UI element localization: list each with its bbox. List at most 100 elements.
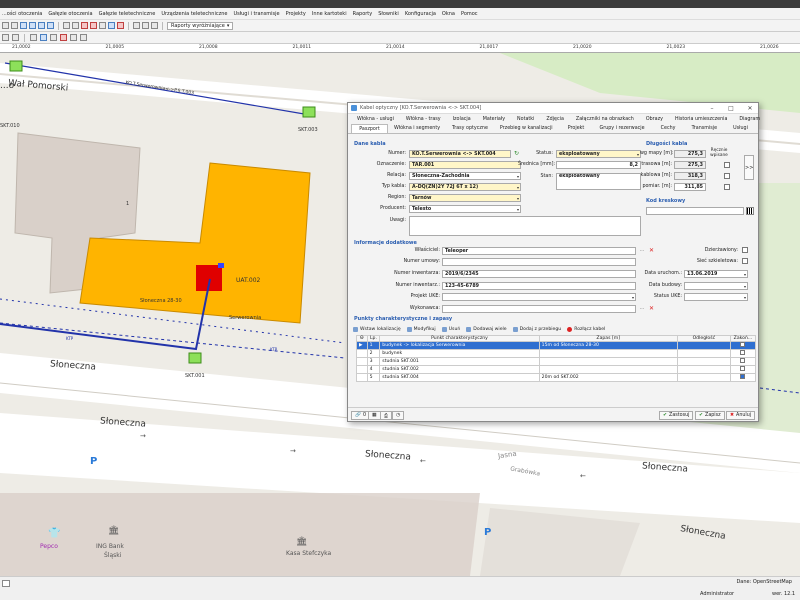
menu-item[interactable]: Projekty — [286, 11, 306, 17]
edit-icon[interactable] — [12, 34, 19, 41]
tab[interactable]: Włókna - usługi — [351, 115, 400, 124]
siec-checkbox[interactable] — [742, 258, 748, 264]
data-uruch-field[interactable]: 13.06.2019 ▾ — [684, 270, 748, 278]
refresh-icon[interactable] — [108, 22, 115, 29]
tab[interactable]: Materiały — [477, 115, 511, 124]
zoom-in-icon[interactable] — [38, 22, 45, 29]
recznie-checkbox-3[interactable] — [724, 184, 730, 190]
new-icon[interactable] — [2, 22, 9, 29]
tab[interactable]: Historia umieszczenia — [669, 115, 733, 124]
numer-umowy-field[interactable] — [442, 258, 636, 266]
barcode-field[interactable] — [646, 207, 744, 215]
numer-inwentarza-field[interactable]: 2019/6/2345 — [442, 270, 636, 278]
tab[interactable]: Usługi — [723, 124, 758, 133]
select-icon[interactable] — [20, 22, 27, 29]
print-button[interactable]: ⎙ — [380, 411, 392, 420]
region-field[interactable]: Tarnów ▾ — [409, 194, 521, 202]
zakonczenie-checkbox[interactable] — [740, 350, 746, 356]
menu-item[interactable]: Słowniki — [378, 11, 399, 17]
open-icon[interactable] — [11, 22, 18, 29]
dodawaj-wiele-button[interactable]: Dodawaj wiele — [466, 326, 507, 332]
marker-icon[interactable] — [117, 22, 124, 29]
uwagi-field[interactable] — [409, 216, 641, 236]
map-locate-button[interactable]: ▦ — [368, 411, 381, 420]
maximize-icon[interactable]: □ — [723, 105, 739, 112]
usun-button[interactable]: Usuń — [441, 326, 460, 332]
tab[interactable]: Projekt — [559, 124, 594, 133]
wykonawca-browse-button[interactable]: ... — [638, 305, 646, 313]
menu-item[interactable]: Usługi i transmisje — [233, 11, 279, 17]
menu-item[interactable]: Urządzenia teletechniczne — [161, 11, 227, 17]
typ-kabla-field[interactable]: A-DQ(ZN)2Y 72J 6T x 12) ▾ — [409, 183, 521, 191]
paste-icon[interactable] — [142, 22, 149, 29]
snap-icon[interactable] — [40, 34, 47, 41]
oznaczenie-field[interactable]: TAR.001 — [409, 161, 521, 169]
numer-inwent-field[interactable]: 123-45-6789 — [442, 282, 636, 290]
zastosuj-button[interactable]: ✔ Zastosuj — [659, 411, 694, 420]
measure-icon[interactable] — [63, 22, 70, 29]
minimize-icon[interactable]: – — [704, 105, 720, 112]
table-row[interactable]: 5 studnia SKT.004 20m od SKT.002 — [356, 373, 757, 383]
well-skt001[interactable] — [188, 352, 202, 364]
tab[interactable]: Grupy i rezerwacje — [594, 124, 651, 133]
menu-item[interactable]: Raporty — [353, 11, 373, 17]
barcode-icon[interactable] — [746, 207, 754, 215]
draw-line-icon[interactable] — [30, 34, 37, 41]
relacja-field[interactable]: Słoneczna-Zachodnia ▾ — [409, 172, 521, 180]
zakonczenie-checkbox[interactable] — [740, 366, 746, 372]
dzierzawiony-checkbox[interactable] — [742, 247, 748, 253]
recznie-checkbox-1[interactable] — [724, 162, 730, 168]
stan-field[interactable]: eksploatowany — [556, 173, 641, 190]
print-icon[interactable] — [99, 22, 106, 29]
layers-icon[interactable] — [72, 22, 79, 29]
zoom-out-icon[interactable] — [47, 22, 54, 29]
tab[interactable]: Cechy — [651, 124, 686, 133]
zapisz-button[interactable]: ✔ Zapisz — [695, 411, 725, 420]
zakonczenie-checkbox[interactable] — [740, 342, 746, 348]
menu-item[interactable]: Okna — [442, 11, 455, 17]
copy-icon[interactable] — [133, 22, 140, 29]
expand-lengths-button[interactable]: >> — [744, 155, 754, 180]
tab[interactable]: Włókna i segmenty — [388, 124, 446, 133]
menu-item[interactable]: Gałęzie otoczenia — [48, 11, 92, 17]
tab[interactable]: Włókna - trasy — [400, 115, 447, 124]
anuluj-button[interactable]: ✖ Anuluj — [726, 411, 756, 420]
wstaw-lokalizacje-button[interactable]: Wstaw lokalizację — [353, 326, 401, 332]
zakonczenie-checkbox[interactable] — [740, 374, 746, 380]
numer-field[interactable]: KO.T.Serwerownia <-> SKT.004 — [409, 150, 511, 158]
menu-item[interactable]: Inne kartoteki — [312, 11, 347, 17]
status-field[interactable]: eksploatowany ▾ — [556, 150, 641, 158]
status-indicator[interactable] — [2, 580, 10, 587]
menu-item[interactable]: Gałęzie teletechniczne — [99, 11, 156, 17]
dodaj-z-przebiegu-button[interactable]: Dodaj z przebiegu — [512, 326, 561, 332]
history-button[interactable]: ◷ — [392, 411, 405, 420]
remove-icon[interactable] — [60, 34, 67, 41]
tab[interactable]: Zdjęcia — [540, 115, 570, 124]
projekt-uke-field[interactable]: ▾ — [442, 293, 636, 301]
refresh-icon[interactable]: ↻ — [514, 150, 519, 157]
tab[interactable]: Notatki — [511, 115, 540, 124]
table-row[interactable]: ▶ 1 budynek -> lokalizacja Serwerownia 15m … — [356, 341, 757, 351]
wykonawca-field[interactable] — [442, 305, 636, 313]
pomiar-field[interactable]: 311,85 — [674, 183, 706, 191]
srednica-field[interactable]: 8,2 — [556, 161, 641, 169]
status-uke-field[interactable]: ▾ — [684, 293, 748, 301]
table-row[interactable]: 4 studnia SKT.002 — [356, 365, 757, 375]
tab[interactable]: Izolacja — [447, 115, 477, 124]
zakonczenie-checkbox[interactable] — [740, 358, 746, 364]
dialog-titlebar[interactable]: Kabel optyczny [KO.T.Serwerownia <-> SKT… — [348, 103, 758, 114]
data-budowy-field[interactable]: ▾ — [684, 282, 748, 290]
table-row[interactable]: 2 budynek — [356, 349, 757, 359]
menu-item[interactable]: ...ości otoczenia — [2, 11, 42, 17]
cursor-icon[interactable] — [2, 34, 9, 41]
merge-icon[interactable] — [80, 34, 87, 41]
rozlacz-kabel-button[interactable]: Rozłącz kabel — [567, 326, 605, 332]
tab[interactable]: Przebieg w kanalizacji — [494, 124, 559, 133]
pan-icon[interactable] — [29, 22, 36, 29]
split-icon[interactable] — [70, 34, 77, 41]
well-skt003[interactable] — [302, 106, 316, 118]
delete-icon[interactable] — [90, 22, 97, 29]
producent-field[interactable]: Telesto ▾ — [409, 205, 521, 213]
wykonawca-clear-icon[interactable]: ✕ — [648, 305, 655, 312]
menu-item[interactable]: Konfiguracja — [405, 11, 436, 17]
